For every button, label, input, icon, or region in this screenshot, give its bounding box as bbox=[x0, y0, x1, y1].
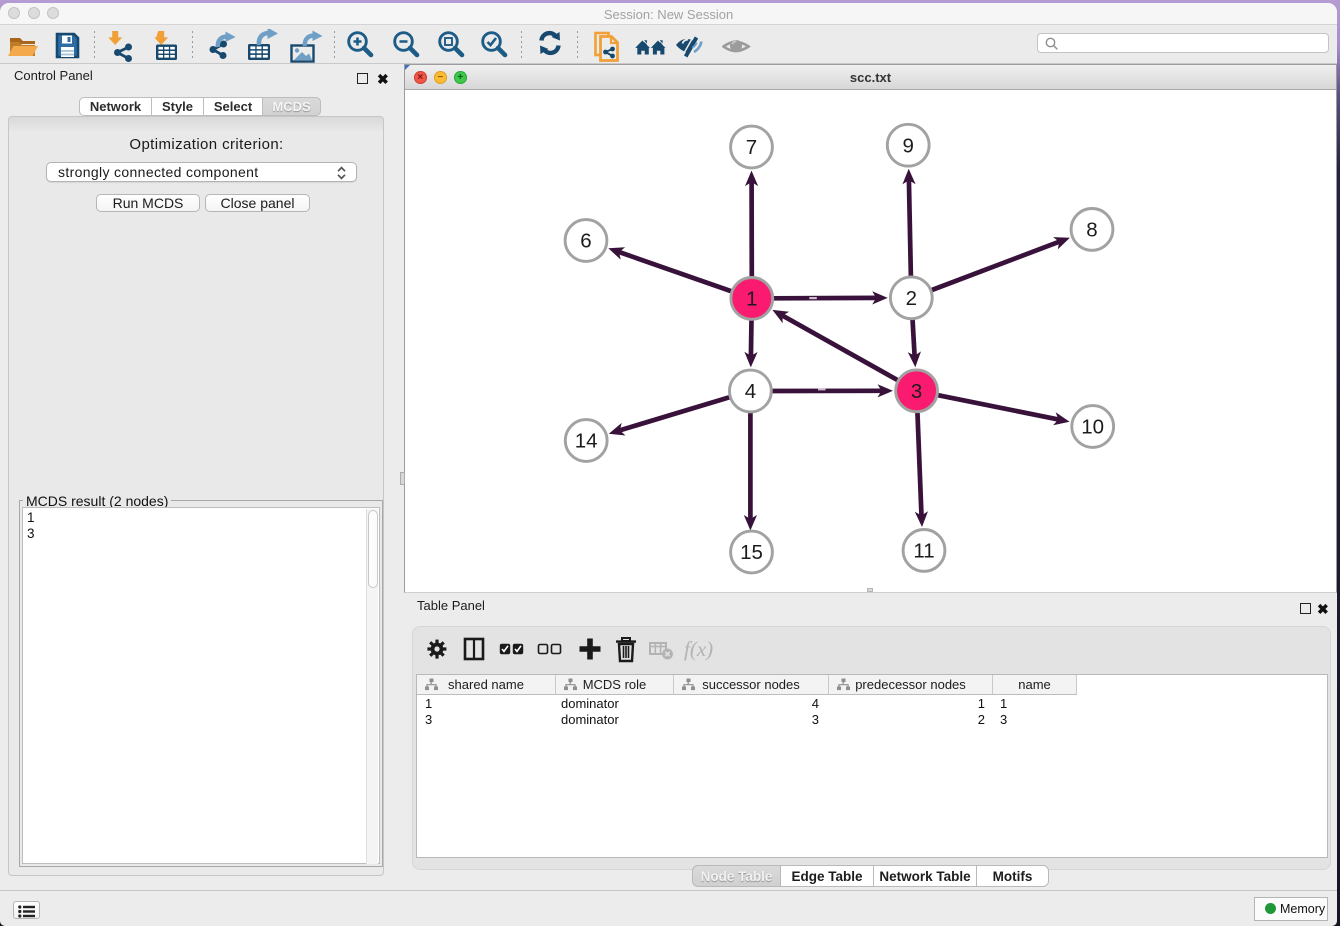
svg-text:9: 9 bbox=[902, 134, 913, 157]
svg-text:6: 6 bbox=[580, 230, 591, 253]
svg-text:3: 3 bbox=[911, 380, 922, 403]
svg-text:11: 11 bbox=[913, 540, 934, 563]
svg-text:4: 4 bbox=[745, 380, 756, 403]
svg-text:1: 1 bbox=[746, 288, 757, 311]
svg-text:f(x): f(x) bbox=[684, 637, 713, 661]
svg-text:2: 2 bbox=[906, 287, 917, 310]
svg-text:10: 10 bbox=[1081, 416, 1104, 439]
svg-text:7: 7 bbox=[746, 136, 757, 159]
svg-text:14: 14 bbox=[575, 430, 598, 453]
svg-text:8: 8 bbox=[1086, 219, 1097, 242]
svg-text:15: 15 bbox=[740, 541, 763, 564]
